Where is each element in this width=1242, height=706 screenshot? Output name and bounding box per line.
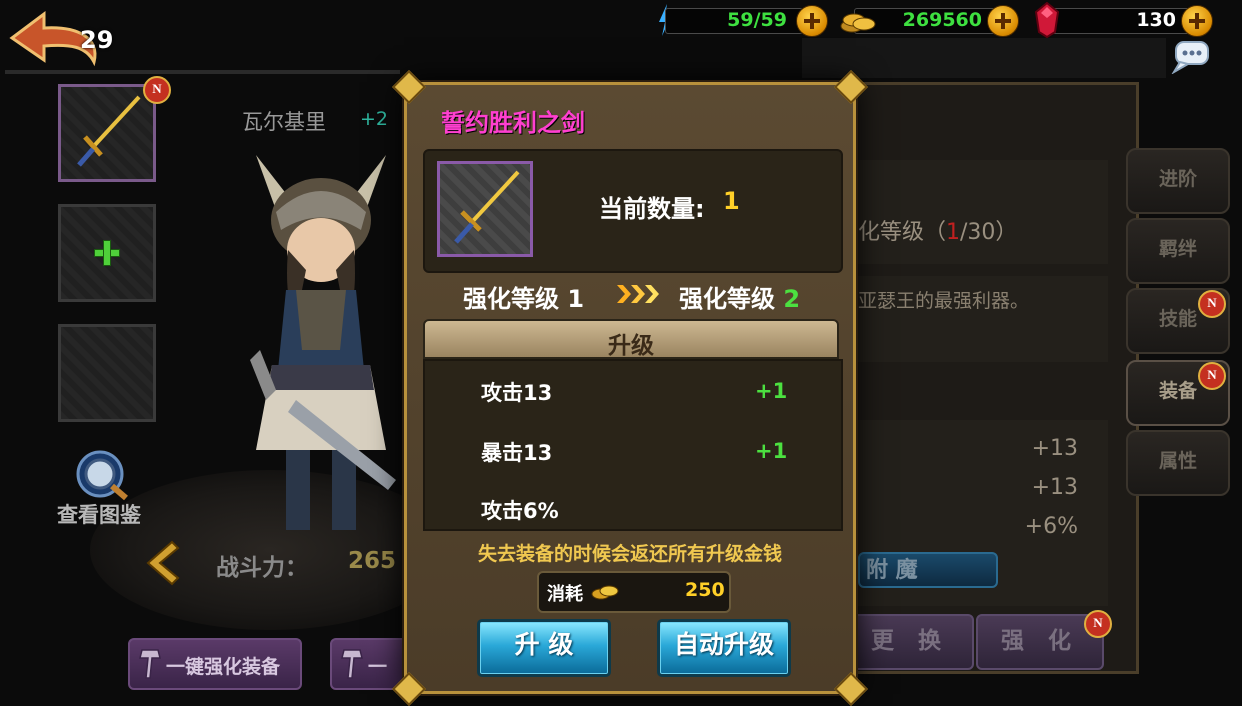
equip-slot-weapon[interactable] [58,84,156,182]
top-divider [5,70,400,74]
tab-advance[interactable]: 进阶 [1126,148,1230,214]
chevron-left-icon[interactable] [142,540,182,586]
stat-value: +6% [1024,514,1078,539]
add-gem-button[interactable] [1181,5,1213,37]
enhance-level-text: 化等级（1/30） [858,220,1018,245]
refund-note: 失去装备的时候会返还所有升级金钱 [477,543,782,565]
upgrade-section-header: 升级 [423,319,839,359]
energy-value: 59/59 [727,9,787,31]
ruby-gem-icon [1034,2,1060,38]
sword-icon [454,170,520,244]
stat-name: 攻击13 [481,381,553,405]
one-key-enhance-label: 一键强化装备 [166,656,281,678]
stat-name: 暴击13 [481,441,553,465]
current-level: 强化等级 1 [463,285,585,313]
new-badge-icon: N [1198,290,1226,318]
new-badge-icon: N [143,76,171,104]
magnifier-icon[interactable] [70,450,134,502]
one-key-enhance-button[interactable]: 一键强化装备 [128,638,302,690]
new-badge-icon: N [1198,362,1226,390]
chat-panel [802,38,1166,78]
stats-list: 攻击13 +1 暴击13 +1 攻击6% [423,359,843,531]
next-level: 强化等级 2 [679,285,801,313]
hero-plus-level: +2 [360,108,389,130]
stat-delta: +1 [755,439,788,463]
upgrade-dialog: 誓约胜利之剑 当前数量: 1 强化等级 1 强化等级 2 升级 攻击13 +1 … [392,70,868,706]
triple-chevron-right-icon [617,285,659,303]
add-energy-button[interactable] [796,5,828,37]
auto-upgrade-button[interactable]: 自动升级 [657,619,791,677]
item-info-box: 当前数量: 1 [423,149,843,273]
combat-power-value: 265 [348,548,397,574]
energy-resource: 59/59 [655,4,830,37]
enchant-button[interactable]: 附 魔 [858,552,998,588]
tab-bond[interactable]: 羁绊 [1126,218,1230,284]
valkyrie-character [250,155,396,530]
frame-corner [834,672,868,706]
stat-value: +13 [1031,436,1078,461]
cost-box: 消耗 250 [537,571,731,613]
add-icon [94,240,120,266]
gold-coins-icon [840,13,876,33]
hero-name: 瓦尔基里 [242,110,326,134]
equip-slot-locked[interactable] [58,324,156,422]
back-button[interactable]: 29 [8,8,118,68]
replace-button[interactable]: 更 换 [846,614,974,670]
stat-delta: +1 [755,379,788,403]
quantity-value: 1 [723,187,740,215]
player-level: 29 [80,26,114,54]
gold-resource: 269560 [840,4,1020,37]
item-description: 亚瑟王的最强利器。 [858,290,1030,312]
gold-coin-icon [591,585,619,600]
frame-corner [392,70,426,104]
stat-name: 攻击6% [481,499,559,523]
equip-slot-empty[interactable] [58,204,156,302]
item-slot [437,161,533,257]
item-title: 誓约胜利之剑 [441,109,585,137]
new-badge-icon: N [1084,610,1112,638]
gold-value: 269560 [902,9,982,31]
sword-icon [77,95,141,167]
upgrade-button[interactable]: 升 级 [477,619,611,677]
hammer-icon [139,649,161,679]
add-gold-button[interactable] [987,5,1019,37]
cost-label: 消耗 [547,584,583,605]
combat-power-label: 战斗力： [216,555,308,581]
quantity-label: 当前数量: [599,195,705,223]
gem-value: 130 [1136,9,1176,31]
level-row [858,160,1108,264]
hammer-icon [341,649,363,679]
view-atlas-label[interactable]: 查看图鉴 [57,499,141,529]
stat-value: +13 [1031,475,1078,500]
tab-attributes[interactable]: 属性 [1126,430,1230,496]
gem-resource: 130 [1034,2,1214,38]
chat-bubble-icon[interactable] [1170,40,1210,74]
cost-value: 250 [685,579,725,601]
second-bottom-label: 一 [368,656,388,678]
